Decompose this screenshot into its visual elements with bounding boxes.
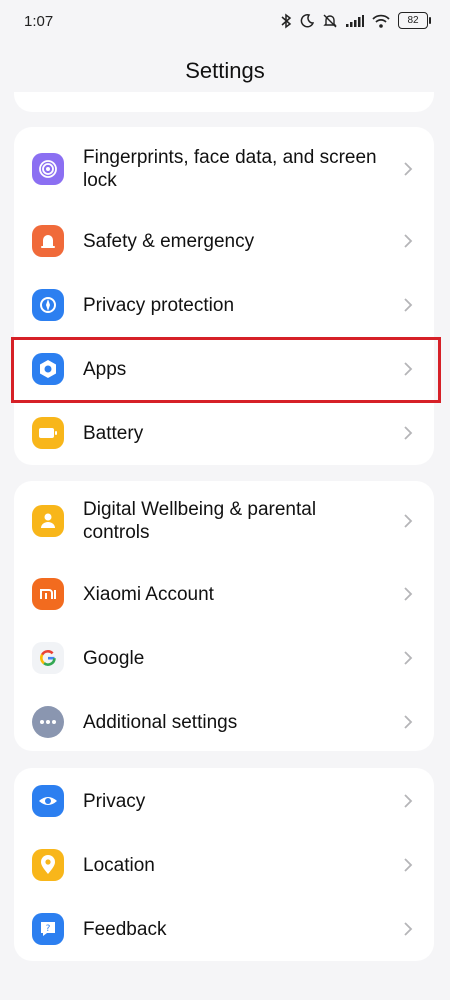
chevron-right-icon — [404, 922, 413, 936]
chevron-right-icon — [404, 298, 413, 312]
settings-item-feedback[interactable]: ? Feedback — [14, 897, 434, 961]
previous-card-edge — [14, 92, 434, 112]
wellbeing-person-icon — [32, 505, 64, 537]
settings-item-label: Digital Wellbeing & parental controls — [83, 499, 317, 543]
battery-indicator: 82 — [398, 12, 431, 29]
battery-icon — [32, 417, 64, 449]
settings-item-digital-wellbeing[interactable]: Digital Wellbeing & parental controls — [14, 489, 434, 553]
chevron-right-icon — [404, 858, 413, 872]
settings-group-3: Privacy Location ? Feedback — [14, 768, 434, 961]
chevron-right-icon — [404, 162, 413, 176]
chevron-right-icon — [404, 587, 413, 601]
moon-icon — [300, 13, 314, 27]
chevron-right-icon — [404, 715, 413, 729]
settings-item-label: Fingerprints, face data, and screen lock — [83, 147, 377, 191]
chevron-right-icon — [404, 651, 413, 665]
xiaomi-mi-icon — [32, 578, 64, 610]
settings-item-label: Xiaomi Account — [83, 583, 214, 605]
status-icons: 82 — [280, 12, 431, 29]
settings-group-2: Digital Wellbeing & parental controls Xi… — [14, 481, 434, 751]
settings-item-safety[interactable]: Safety & emergency — [14, 209, 434, 273]
settings-item-label: Privacy protection — [83, 294, 235, 316]
fingerprint-icon — [32, 153, 64, 185]
page-title: Settings — [185, 58, 265, 83]
chevron-right-icon — [404, 794, 413, 808]
more-dots-icon — [32, 706, 64, 738]
chevron-right-icon — [404, 514, 413, 528]
settings-item-google[interactable]: Google — [14, 626, 434, 690]
settings-item-location[interactable]: Location — [14, 833, 434, 897]
settings-item-privacy-protection[interactable]: Privacy protection — [14, 273, 434, 337]
settings-item-label: Location — [83, 854, 155, 876]
settings-item-label: Privacy — [83, 790, 146, 812]
settings-item-label: Safety & emergency — [83, 230, 255, 252]
status-bar: 1:07 82 — [0, 0, 450, 44]
alarm-bell-icon — [32, 225, 64, 257]
svg-text:?: ? — [46, 924, 51, 934]
location-pin-icon — [32, 849, 64, 881]
highlight-box — [11, 337, 441, 403]
settings-item-label: Battery — [83, 422, 144, 444]
status-time: 1:07 — [24, 13, 54, 30]
settings-item-privacy[interactable]: Privacy — [14, 769, 434, 833]
google-g-icon — [32, 642, 64, 674]
settings-item-additional-settings[interactable]: Additional settings — [14, 690, 434, 754]
settings-item-battery[interactable]: Battery — [14, 401, 434, 465]
privacy-shield-icon — [32, 289, 64, 321]
settings-group-1: Fingerprints, face data, and screen lock… — [14, 127, 434, 465]
wifi-icon — [372, 14, 390, 28]
settings-item-label: Feedback — [83, 918, 167, 940]
bluetooth-icon — [281, 13, 292, 28]
settings-item-xiaomi-account[interactable]: Xiaomi Account — [14, 562, 434, 626]
eye-icon — [32, 785, 64, 817]
muted-bell-icon — [323, 14, 337, 27]
chevron-right-icon — [404, 426, 413, 440]
settings-item-fingerprints[interactable]: Fingerprints, face data, and screen lock — [14, 137, 434, 201]
feedback-icon: ? — [32, 913, 64, 945]
signal-icon — [346, 14, 364, 27]
settings-item-label: Additional settings — [83, 711, 238, 733]
chevron-right-icon — [404, 234, 413, 248]
settings-item-label: Google — [83, 647, 145, 669]
